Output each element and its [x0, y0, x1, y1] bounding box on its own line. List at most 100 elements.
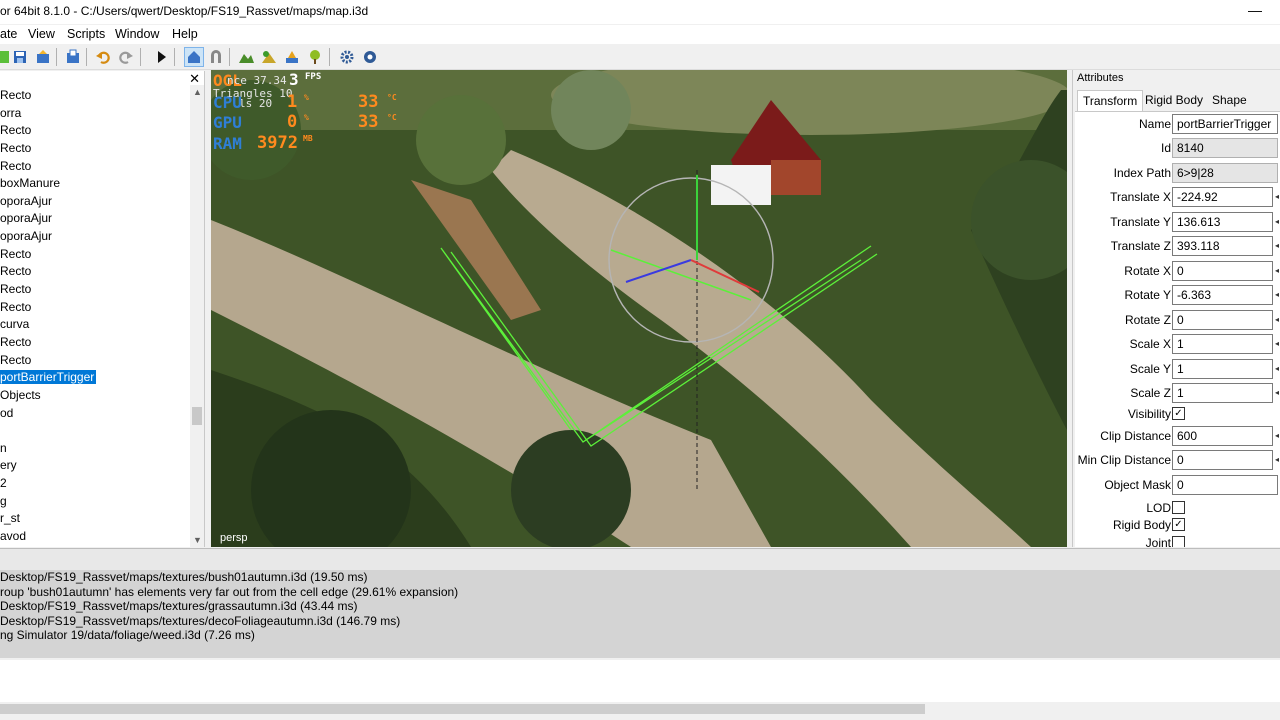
- tree-item[interactable]: g: [0, 493, 190, 511]
- object-mask-field[interactable]: 0: [1172, 475, 1278, 495]
- log-splitter[interactable]: [0, 548, 1280, 570]
- tree-item-label: Recto: [0, 140, 32, 155]
- name-field[interactable]: portBarrierTrigger: [1172, 114, 1278, 134]
- select-mode-icon[interactable]: [184, 47, 204, 67]
- tree-item-selected[interactable]: portBarrierTrigger: [0, 369, 190, 387]
- fps-label: FPS: [305, 72, 322, 82]
- rotate-z-field[interactable]: 0: [1172, 310, 1273, 330]
- translate-y-field[interactable]: 136.613: [1172, 212, 1273, 232]
- redo-icon[interactable]: [116, 47, 136, 67]
- menu-window[interactable]: Window: [115, 27, 159, 41]
- clip-distance-field[interactable]: 600: [1172, 426, 1273, 446]
- tree-item[interactable]: Recto: [0, 299, 190, 317]
- tab-rigid-body[interactable]: Rigid Body: [1140, 90, 1208, 111]
- scenegraph-panel: ✕ Recto orra Recto Recto Recto boxManure opora…: [0, 71, 205, 547]
- spin-arrow-icon[interactable]: ◂: [1275, 334, 1280, 354]
- attr-row-translate-y: Translate Y 136.613 ◂: [1075, 212, 1280, 232]
- menu-create[interactable]: ate: [0, 27, 17, 41]
- spin-arrow-icon[interactable]: ◂: [1275, 426, 1280, 446]
- foliage-paint-icon[interactable]: [259, 47, 279, 67]
- scale-x-field[interactable]: 1: [1172, 334, 1273, 354]
- tree-item[interactable]: Recto: [0, 140, 190, 158]
- attr-label: Scale X: [1129, 337, 1171, 351]
- tree-item[interactable]: Objects: [0, 387, 190, 405]
- spin-arrow-icon[interactable]: ◂: [1275, 285, 1280, 305]
- tree-item[interactable]: oporaAjur: [0, 193, 190, 211]
- menu-scripts[interactable]: Scripts: [67, 27, 105, 41]
- gpu-value: 0: [287, 112, 298, 132]
- tree-item[interactable]: boxManure: [0, 175, 190, 193]
- tree-item[interactable]: 2: [0, 475, 190, 493]
- settings-icon[interactable]: [337, 47, 357, 67]
- tree-paint-icon[interactable]: [305, 47, 325, 67]
- tree-item-label: Recto: [0, 158, 32, 173]
- tree-item[interactable]: n: [0, 440, 190, 458]
- undo-icon[interactable]: [93, 47, 113, 67]
- tree-item[interactable]: Recto: [0, 263, 190, 281]
- spin-arrow-icon[interactable]: ◂: [1275, 261, 1280, 281]
- tab-transform[interactable]: Transform: [1077, 90, 1144, 111]
- menu-view[interactable]: View: [28, 27, 55, 41]
- magnet-icon[interactable]: [206, 47, 226, 67]
- ram-label: RAM: [213, 134, 242, 153]
- tree-item[interactable]: avod: [0, 528, 190, 546]
- spin-arrow-icon[interactable]: ◂: [1275, 236, 1280, 256]
- tree-item[interactable]: Recto: [0, 352, 190, 370]
- menu-bar: ate View Scripts Window Help: [0, 25, 1280, 45]
- rigid-body-checkbox[interactable]: ✓: [1172, 518, 1185, 531]
- scrollbar-thumb[interactable]: [192, 407, 202, 425]
- tree-item[interactable]: r_st: [0, 510, 190, 528]
- scroll-down-icon[interactable]: ▼: [193, 535, 202, 545]
- spin-arrow-icon[interactable]: ◂: [1275, 383, 1280, 403]
- scale-z-field[interactable]: 1: [1172, 383, 1273, 403]
- spin-arrow-icon[interactable]: ◂: [1275, 187, 1280, 207]
- scrollbar-thumb[interactable]: [0, 704, 925, 714]
- scale-y-field[interactable]: 1: [1172, 359, 1273, 379]
- tree-item[interactable]: od: [0, 405, 190, 423]
- tree-item-label: oporaAjur: [0, 211, 53, 226]
- attr-label: LOD: [1146, 501, 1171, 515]
- tree-item[interactable]: [0, 422, 190, 440]
- scenegraph-scrollbar[interactable]: ▲ ▼: [190, 85, 204, 547]
- horizontal-scrollbar[interactable]: [0, 702, 1280, 716]
- save-icon[interactable]: [10, 47, 30, 67]
- tree-item[interactable]: oporaAjur: [0, 228, 190, 246]
- scroll-up-icon[interactable]: ▲: [193, 87, 202, 97]
- import-icon[interactable]: [63, 47, 83, 67]
- script-input[interactable]: [0, 660, 1280, 702]
- minimize-button[interactable]: —: [1248, 2, 1262, 18]
- tools-icon[interactable]: [360, 47, 380, 67]
- translate-z-field[interactable]: 393.118: [1172, 236, 1273, 256]
- rotate-x-field[interactable]: 0: [1172, 261, 1273, 281]
- terrain-paint-icon[interactable]: [236, 47, 256, 67]
- spin-arrow-icon[interactable]: ◂: [1275, 450, 1280, 470]
- menu-help[interactable]: Help: [172, 27, 198, 41]
- spin-arrow-icon[interactable]: ◂: [1275, 359, 1280, 379]
- visibility-checkbox[interactable]: ✓: [1172, 407, 1185, 420]
- tree-item[interactable]: Recto: [0, 334, 190, 352]
- tree-item-label: Recto: [0, 334, 32, 349]
- spin-arrow-icon[interactable]: ◂: [1275, 212, 1280, 232]
- tree-item[interactable]: ery: [0, 457, 190, 475]
- joint-checkbox[interactable]: [1172, 536, 1185, 547]
- translate-x-field[interactable]: -224.92: [1172, 187, 1273, 207]
- tree-item[interactable]: oporaAjur: [0, 210, 190, 228]
- tree-item[interactable]: Recto: [0, 281, 190, 299]
- tree-item[interactable]: Recto: [0, 87, 190, 105]
- tree-item[interactable]: Recto: [0, 122, 190, 140]
- spin-arrow-icon[interactable]: ◂: [1275, 310, 1280, 330]
- tree-item[interactable]: orra: [0, 105, 190, 123]
- texture-paint-icon[interactable]: [282, 47, 302, 67]
- min-clip-distance-field[interactable]: 0: [1172, 450, 1273, 470]
- play-icon[interactable]: [151, 47, 171, 67]
- rotate-y-field[interactable]: -6.363: [1172, 285, 1273, 305]
- tree-item[interactable]: curva: [0, 316, 190, 334]
- log-line: Desktop/FS19_Rassvet/maps/textures/grass…: [0, 599, 358, 614]
- export-icon[interactable]: [33, 47, 53, 67]
- tree-item[interactable]: Recto: [0, 158, 190, 176]
- tree-item[interactable]: Recto: [0, 246, 190, 264]
- 3d-viewport[interactable]: OGL nce 37.34 3 FPS Triangles 10 ls 20 C…: [211, 70, 1067, 547]
- attr-row-visibility: Visibility ✓: [1075, 404, 1280, 424]
- tab-shape[interactable]: Shape: [1207, 90, 1252, 111]
- lod-checkbox[interactable]: [1172, 501, 1185, 514]
